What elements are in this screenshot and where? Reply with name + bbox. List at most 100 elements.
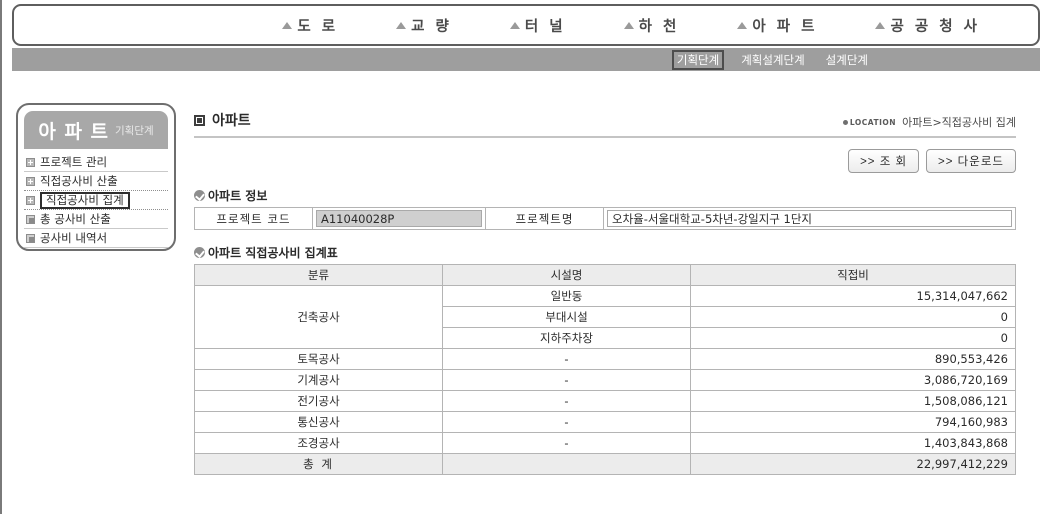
sidebar-subtitle: 기획단계: [115, 124, 154, 137]
topnav-label-3: 하 천: [638, 18, 680, 35]
project-name-field-cell: [603, 207, 1016, 230]
location-badge: LOCATION: [842, 117, 897, 127]
page-title: 아파트: [212, 113, 251, 129]
top-navigation-bar: 도 로 교 량 터 널 하 천 아 파 트 공 공 청 사: [12, 4, 1040, 46]
cell-amount: 890,553,426: [690, 348, 1016, 370]
cell-category: 전기공사: [194, 390, 443, 412]
cell-amount: 1,508,086,121: [690, 390, 1016, 412]
cell-facility: 일반동: [442, 285, 691, 307]
table-header-row: 분류 시설명 직접비: [194, 264, 1016, 286]
topnav-item-4[interactable]: 아 파 트: [737, 15, 817, 36]
triangle-icon: [737, 21, 748, 29]
square-box-icon: [26, 233, 35, 243]
topnav-label-4: 아 파 트: [752, 18, 818, 35]
sidebar-item-label-4: 공사비 내역서: [40, 231, 108, 245]
sidebar-item-label-2: 직접공사비 집계: [40, 191, 130, 209]
topnav-label-1: 교 량: [411, 18, 452, 35]
stage-tab-design[interactable]: 설계단계: [822, 51, 872, 69]
cell-facility: -: [442, 348, 691, 370]
sidebar-title: 아 파 트: [38, 120, 110, 143]
table-row: 기계공사 - 3,086,720,169: [194, 369, 1016, 391]
sidebar-item-direct-cost-calculation[interactable]: 직접공사비 산출: [24, 172, 168, 191]
table-row: 프로젝트 코드 프로젝트명: [194, 207, 1016, 230]
sidebar-item-label-0: 프로젝트 관리: [40, 155, 108, 169]
sidebar: 아 파 트 기획단계 프로젝트 관리 직접공사비 산출 직접공사비 집계 총 공…: [16, 103, 176, 251]
app-page: 도 로 교 량 터 널 하 천 아 파 트 공 공 청 사 기획단계 계획설계단…: [0, 0, 1044, 514]
main-content: 아파트 LOCATION 아파트>직접공사비 집계 >> 조 회 >> 다운로드…: [194, 110, 1016, 475]
cell-facility: -: [442, 369, 691, 391]
breadcrumb: LOCATION 아파트>직접공사비 집계: [842, 114, 1016, 130]
cell-total-label: 총 계: [194, 453, 443, 475]
sidebar-item-label-1: 직접공사비 산출: [40, 174, 118, 188]
dot-icon: [842, 119, 848, 125]
cell-total-facility: [442, 453, 691, 475]
cell-category: 토목공사: [194, 348, 443, 370]
sidebar-item-total-cost-calculation[interactable]: 총 공사비 산출: [24, 210, 168, 229]
topnav-item-5[interactable]: 공 공 청 사: [875, 15, 980, 36]
stage-tab-planning[interactable]: 기획단계: [671, 49, 725, 70]
cell-amount: 794,160,983: [690, 411, 1016, 433]
direct-cost-summary-table: 분류 시설명 직접비 건축공사 일반동 15,314,047,662 부대시설 …: [194, 264, 1016, 475]
plus-box-icon: [26, 195, 35, 205]
sidebar-header: 아 파 트 기획단계: [24, 111, 168, 149]
table-body: 건축공사 일반동 15,314,047,662 부대시설 0 지하주차장 0 토…: [194, 285, 1016, 475]
topnav-label-5: 공 공 청 사: [890, 18, 980, 35]
location-badge-label: LOCATION: [849, 117, 897, 127]
cell-category: 조경공사: [194, 432, 443, 454]
project-code-label: 프로젝트 코드: [194, 207, 313, 230]
cell-total-amount: 22,997,412,229: [690, 453, 1016, 475]
table-row: 조경공사 - 1,403,843,868: [194, 432, 1016, 454]
sidebar-menu: 프로젝트 관리 직접공사비 산출 직접공사비 집계 총 공사비 산출 공사비 내…: [24, 153, 168, 248]
cell-category: 기계공사: [194, 369, 443, 391]
table-row: 통신공사 - 794,160,983: [194, 411, 1016, 433]
project-code-input[interactable]: [316, 210, 482, 227]
triangle-icon: [623, 21, 634, 29]
cell-amount: 0: [690, 306, 1016, 328]
sidebar-item-label-3: 총 공사비 산출: [40, 212, 111, 226]
page-title-row: 아파트 LOCATION 아파트>직접공사비 집계: [194, 110, 1016, 138]
table-row: 건축공사 일반동 15,314,047,662: [194, 285, 1016, 349]
triangle-icon: [875, 21, 886, 29]
info-section-title: 아파트 정보: [208, 189, 268, 203]
check-circle-icon: [194, 190, 205, 201]
cell-amount: 15,314,047,662: [690, 285, 1016, 307]
cell-facility: -: [442, 390, 691, 412]
stage-tab-bar: 기획단계 계획설계단계 설계단계: [12, 48, 1040, 71]
cell-facility: 부대시설: [442, 306, 691, 328]
table-row: 토목공사 - 890,553,426: [194, 348, 1016, 370]
triangle-icon: [282, 21, 293, 29]
cell-amount: 1,403,843,868: [690, 432, 1016, 454]
project-code-field-cell: [312, 207, 486, 230]
breadcrumb-path: 아파트>직접공사비 집계: [902, 116, 1016, 129]
cell-facility: -: [442, 432, 691, 454]
column-header-amount: 직접비: [690, 264, 1016, 286]
topnav-item-3[interactable]: 하 천: [623, 15, 680, 36]
search-button[interactable]: >> 조 회: [848, 149, 920, 173]
project-info-table: 프로젝트 코드 프로젝트명: [194, 207, 1016, 230]
cell-facility: -: [442, 411, 691, 433]
topnav-label-0: 도 로: [297, 18, 339, 35]
download-button[interactable]: >> 다운로드: [926, 149, 1016, 173]
table-header: 분류 시설명 직접비: [194, 264, 1016, 286]
project-name-label: 프로젝트명: [485, 207, 604, 230]
column-header-facility: 시설명: [442, 264, 691, 286]
cell-category-building: 건축공사: [194, 285, 443, 349]
topnav-item-1[interactable]: 교 량: [396, 15, 452, 36]
topnav-item-2[interactable]: 터 널: [509, 15, 566, 36]
plus-box-icon: [26, 157, 35, 167]
triangle-icon: [509, 21, 520, 29]
cell-category: 통신공사: [194, 411, 443, 433]
cell-facility: 지하주차장: [442, 327, 691, 349]
topnav-item-0[interactable]: 도 로: [282, 15, 338, 36]
project-name-input[interactable]: [607, 210, 1012, 227]
sidebar-item-cost-statement[interactable]: 공사비 내역서: [24, 229, 168, 248]
stage-tab-schematic-design[interactable]: 계획설계단계: [737, 51, 808, 69]
table-section-title: 아파트 직접공사비 집계표: [208, 246, 338, 260]
check-circle-icon: [194, 247, 205, 258]
square-bullet-icon: [194, 114, 205, 126]
table-row: 전기공사 - 1,508,086,121: [194, 390, 1016, 412]
column-header-category: 분류: [194, 264, 443, 286]
sidebar-item-project-management[interactable]: 프로젝트 관리: [24, 153, 168, 172]
sidebar-item-direct-cost-summary[interactable]: 직접공사비 집계: [24, 191, 168, 210]
square-box-icon: [26, 214, 35, 224]
